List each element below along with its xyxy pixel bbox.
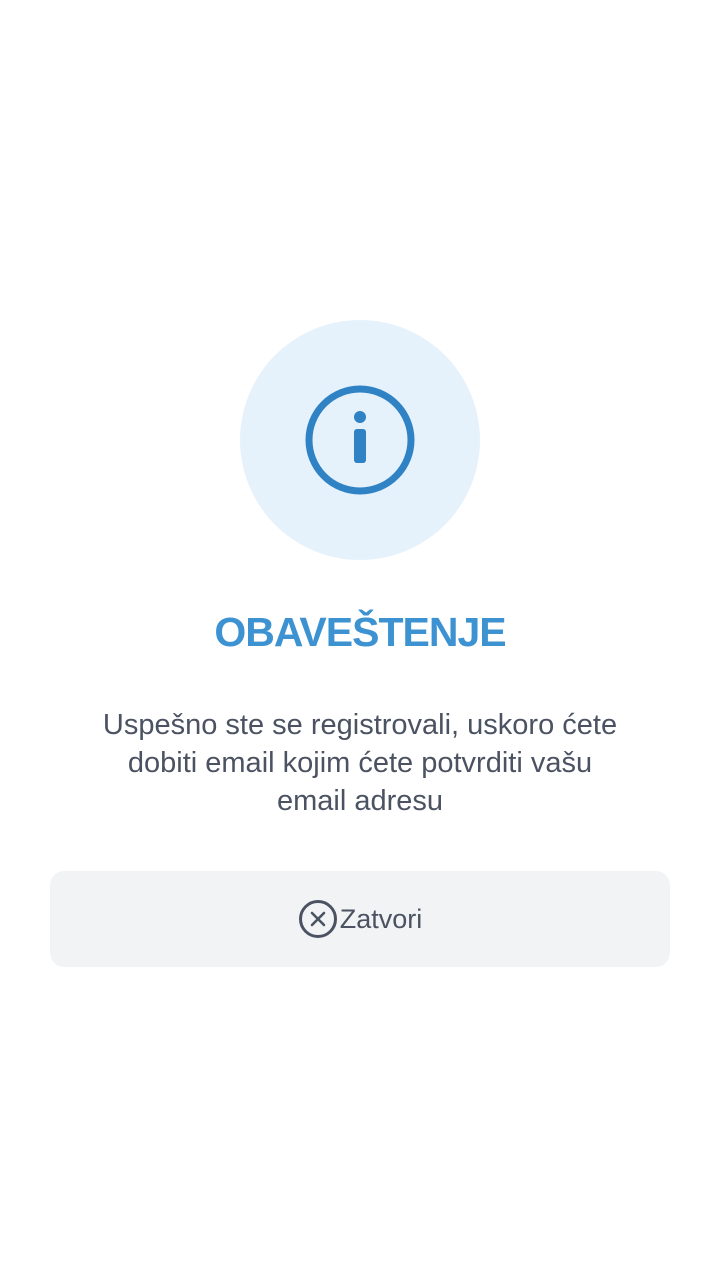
info-icon (305, 385, 415, 495)
close-button-label: Zatvori (339, 903, 423, 934)
close-button[interactable]: Zatvori (50, 871, 670, 967)
close-circle-icon (298, 899, 338, 939)
dialog-title: OBAVEŠTENJE (214, 609, 506, 655)
info-icon-badge (240, 320, 480, 560)
dialog-message: Uspešno ste se registrovali, uskoro ćete… (102, 709, 618, 817)
notification-screen: OBAVEŠTENJE Uspešno ste se registrovali,… (0, 0, 720, 1280)
